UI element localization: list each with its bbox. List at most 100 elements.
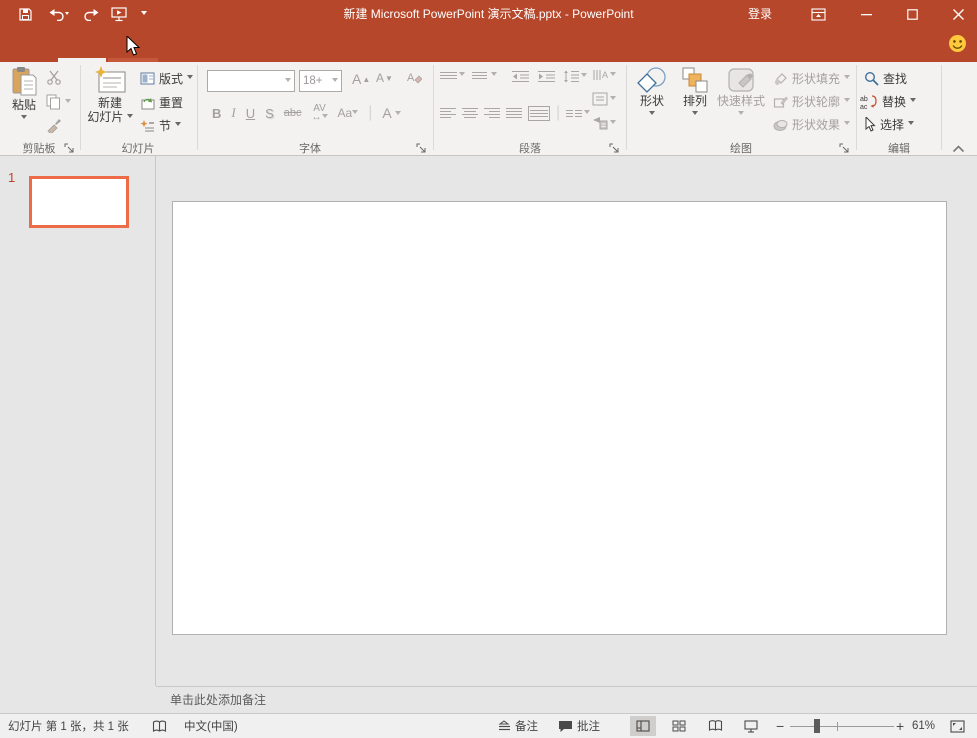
replace-icon: abac	[860, 95, 877, 109]
cut-button[interactable]	[46, 70, 62, 85]
convert-smartart-button[interactable]	[592, 116, 616, 130]
notes-pane[interactable]: 单击此处添加备注	[156, 686, 977, 713]
arrange-button[interactable]: 排列	[676, 66, 714, 118]
shape-outline-button[interactable]: 形状轮廓	[773, 93, 851, 110]
font-dialog-launcher[interactable]	[416, 141, 427, 153]
normal-view-button[interactable]	[630, 716, 656, 736]
spell-check-button[interactable]	[152, 714, 167, 738]
find-label: 查找	[883, 72, 908, 86]
svg-text:A: A	[602, 70, 608, 80]
drawing-group-label: 绘图	[730, 143, 752, 155]
format-painter-icon	[47, 119, 61, 133]
comments-toggle-button[interactable]: 批注	[558, 714, 600, 738]
select-icon	[865, 117, 876, 132]
select-button[interactable]: 选择	[864, 116, 915, 133]
align-text-dropdown-icon	[610, 95, 616, 103]
group-separator	[80, 65, 81, 150]
group-separator	[856, 65, 857, 150]
increase-indent-button[interactable]	[538, 70, 555, 83]
replace-button[interactable]: ab ac 替换	[860, 93, 917, 110]
quick-styles-dropdown-icon	[738, 111, 744, 118]
zoom-out-button[interactable]: −	[776, 714, 784, 738]
clipboard-dialog-launcher[interactable]	[64, 141, 75, 153]
editing-group-label: 编辑	[888, 143, 910, 155]
proofing-book-icon	[152, 720, 167, 732]
title-bar: 新建 Microsoft PowerPoint 演示文稿.pptx - Powe…	[0, 0, 977, 28]
minimize-button[interactable]	[849, 0, 883, 28]
paste-button[interactable]: 粘贴	[6, 66, 42, 122]
collapse-ribbon-button[interactable]	[952, 140, 965, 158]
shape-fill-dropdown-icon	[844, 75, 851, 82]
new-slide-label-1: 新建	[97, 96, 122, 110]
new-slide-dropdown-icon	[126, 114, 133, 121]
notes-toggle-button[interactable]: 备注	[498, 714, 538, 738]
change-case-button[interactable]: Aa	[338, 106, 359, 120]
close-icon	[952, 8, 964, 20]
zoom-slider-track[interactable]	[790, 726, 894, 727]
shapes-button[interactable]: 形状	[633, 66, 671, 118]
zoom-slider-handle[interactable]	[814, 719, 820, 733]
bullets-button[interactable]	[440, 70, 465, 81]
shape-effects-button[interactable]: 形状效果	[773, 116, 851, 133]
line-spacing-button[interactable]	[563, 70, 587, 83]
columns-button[interactable]	[566, 108, 591, 119]
section-button[interactable]: 节	[140, 117, 182, 134]
paragraph-dialog-launcher[interactable]	[609, 141, 620, 153]
convert-smartart-dropdown-icon	[610, 119, 616, 127]
font-size-combo[interactable]: 18+	[299, 70, 342, 92]
format-painter-button[interactable]	[46, 117, 62, 133]
justify-button[interactable]	[506, 106, 522, 120]
align-text-button[interactable]	[592, 92, 616, 106]
align-left-button[interactable]	[440, 106, 456, 120]
maximize-button[interactable]	[895, 0, 929, 28]
ribbon-tab-row: 文件 开始 插入 设计 切换 动画 幻灯片放映 审阅 视图 帮助 告诉我你想要做…	[0, 28, 977, 90]
new-slide-button[interactable]: 新建 幻灯片	[86, 66, 134, 124]
fit-slide-to-window-button[interactable]	[950, 714, 965, 738]
copy-button[interactable]	[46, 94, 71, 110]
decrease-font-button[interactable]: A ▼	[376, 71, 393, 85]
slide-sorter-view-button[interactable]	[666, 716, 692, 736]
feedback-smiley-button[interactable]	[948, 34, 967, 58]
align-right-button[interactable]	[484, 106, 500, 120]
strikethrough-button[interactable]: abc	[284, 107, 302, 119]
zoom-level-button[interactable]: 61%	[912, 714, 935, 738]
clear-formatting-button[interactable]: A	[406, 70, 422, 86]
font-name-combo[interactable]	[207, 70, 295, 92]
decrease-indent-icon	[512, 71, 529, 82]
shape-fill-button[interactable]: 形状填充	[773, 70, 851, 87]
layout-button[interactable]: 版式	[140, 70, 194, 87]
section-icon	[140, 119, 154, 131]
increase-font-button[interactable]: A ▲	[352, 71, 370, 87]
numbering-button[interactable]	[472, 70, 497, 81]
reading-view-button[interactable]	[702, 716, 728, 736]
sign-in-link[interactable]: 登录	[748, 0, 772, 28]
quick-styles-button[interactable]: 快速样式	[716, 66, 766, 118]
distribute-button[interactable]	[528, 105, 550, 121]
slideshow-view-button[interactable]	[738, 716, 764, 736]
font-format-row: B I U S abc AV ↔ Aa | A	[212, 104, 401, 123]
find-button[interactable]: 查找	[864, 70, 907, 87]
notes-icon	[498, 719, 510, 730]
smiley-icon	[949, 35, 966, 52]
copy-icon	[46, 94, 60, 110]
bold-button[interactable]: B	[212, 106, 221, 121]
language-indicator[interactable]: 中文(中国)	[184, 714, 238, 738]
zoom-in-button[interactable]: +	[896, 714, 904, 738]
slide-thumbnail[interactable]	[29, 176, 129, 228]
slide-canvas[interactable]	[172, 201, 947, 635]
text-shadow-button[interactable]: S	[265, 106, 274, 121]
text-direction-button[interactable]: A	[592, 68, 616, 82]
ribbon-display-options-button[interactable]	[801, 0, 835, 28]
underline-button[interactable]: U	[246, 106, 255, 121]
close-button[interactable]	[941, 0, 975, 28]
slide-indicator[interactable]: 幻灯片 第 1 张，共 1 张	[8, 714, 129, 738]
slide-number: 1	[8, 170, 16, 185]
align-center-button[interactable]	[462, 106, 478, 120]
italic-button[interactable]: I	[231, 105, 235, 121]
decrease-indent-button[interactable]	[512, 70, 529, 83]
reset-button[interactable]: 重置	[140, 94, 183, 111]
change-case-dropdown-icon	[352, 110, 359, 117]
character-spacing-button[interactable]: AV ↔	[312, 104, 328, 123]
font-color-button[interactable]: A	[382, 105, 401, 121]
drawing-dialog-launcher[interactable]	[839, 141, 850, 153]
